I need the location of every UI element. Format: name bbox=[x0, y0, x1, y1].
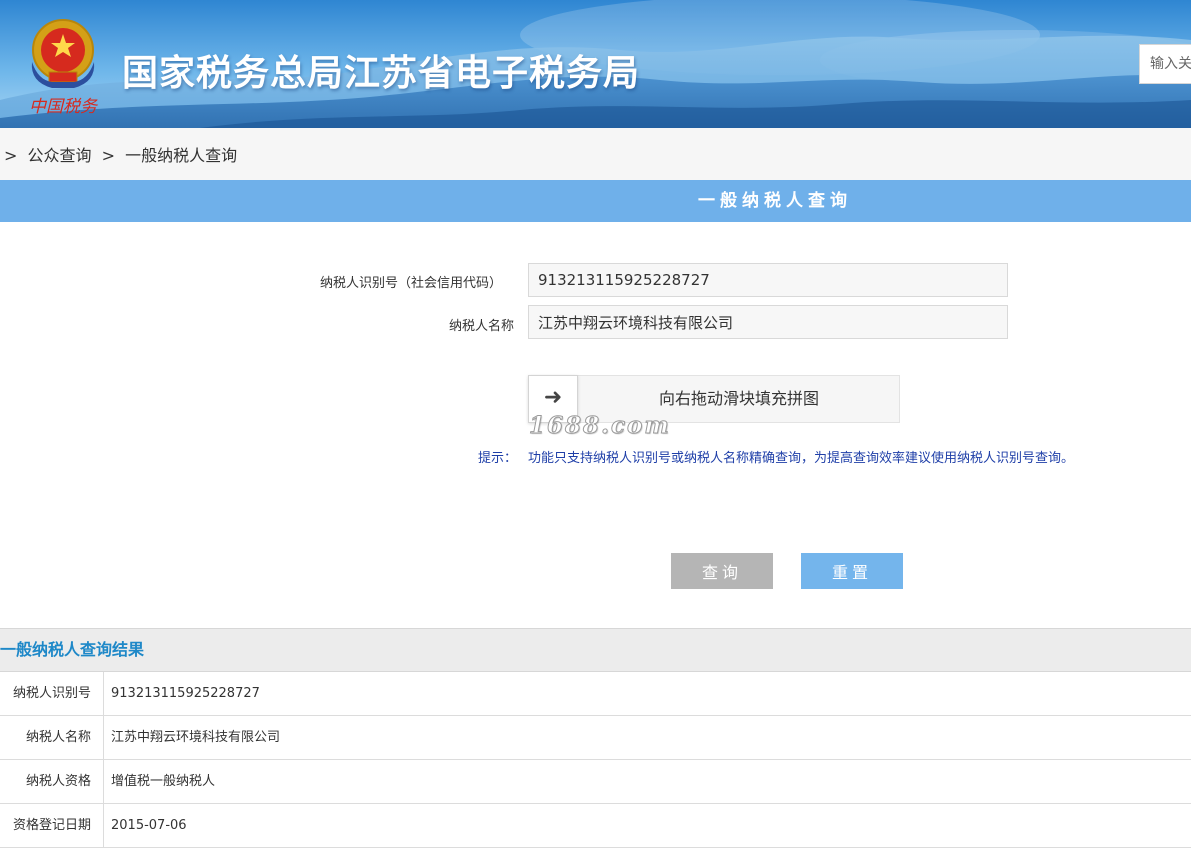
result-table: 纳税人识别号 913213115925228727 纳税人名称 江苏中翔云环境科… bbox=[0, 672, 1191, 848]
table-row: 纳税人资格 增值税一般纳税人 bbox=[0, 760, 1191, 804]
taxpayer-name-input[interactable] bbox=[528, 305, 1008, 339]
row-value: 2015-07-06 bbox=[111, 818, 187, 833]
breadcrumb-current-page: 一般纳税人查询 bbox=[125, 146, 238, 165]
row-value: 增值税一般纳税人 bbox=[111, 774, 216, 789]
taxpayer-id-label: 纳税人识别号（社会信用代码） bbox=[320, 276, 503, 291]
table-row: 纳税人名称 江苏中翔云环境科技有限公司 bbox=[0, 716, 1191, 760]
emblem-caption: 中国税务 bbox=[29, 97, 99, 117]
taxpayer-id-input[interactable] bbox=[528, 263, 1008, 297]
row-label: 纳税人名称 bbox=[0, 716, 104, 759]
site-search-input[interactable] bbox=[1140, 45, 1191, 83]
hint-label: 提示： bbox=[478, 451, 518, 466]
row-label: 纳税人识别号 bbox=[0, 672, 104, 715]
reset-button[interactable]: 重置 bbox=[801, 553, 903, 589]
hint-text: 功能只支持纳税人识别号或纳税人名称精确查询，为提高查询效率建议使用纳税人识别号查… bbox=[528, 451, 1075, 466]
table-row: 资格登记日期 2015-07-06 bbox=[0, 804, 1191, 848]
watermark-1688: 1688.com bbox=[529, 412, 671, 440]
section-title-bar: 一般纳税人查询 bbox=[0, 180, 1191, 222]
row-label: 资格登记日期 bbox=[0, 804, 104, 847]
query-button[interactable]: 查询 bbox=[671, 553, 773, 589]
header-banner: 中国税务 国家税务总局江苏省电子税务局 bbox=[0, 0, 1191, 128]
breadcrumb-separator: > bbox=[101, 146, 116, 165]
breadcrumb: > 公众查询 > 一般纳税人查询 bbox=[0, 128, 1191, 180]
tax-emblem-icon: 中国税务 bbox=[22, 12, 104, 120]
result-section-header: 一般纳税人查询结果 bbox=[0, 628, 1191, 672]
site-title: 国家税务总局江苏省电子税务局 bbox=[122, 53, 641, 94]
breadcrumb-public-query[interactable]: 公众查询 bbox=[28, 146, 92, 165]
arrow-right-icon: ➜ bbox=[543, 385, 563, 410]
breadcrumb-separator: > bbox=[4, 146, 18, 165]
row-label: 纳税人资格 bbox=[0, 760, 104, 803]
taxpayer-name-label: 纳税人名称 bbox=[449, 319, 515, 334]
table-row: 纳税人识别号 913213115925228727 bbox=[0, 672, 1191, 716]
page-title: 一般纳税人查询 bbox=[698, 191, 852, 211]
row-value: 江苏中翔云环境科技有限公司 bbox=[111, 730, 281, 745]
result-title: 一般纳税人查询结果 bbox=[0, 640, 145, 659]
site-search-box[interactable] bbox=[1139, 44, 1191, 84]
row-value: 913213115925228727 bbox=[111, 686, 260, 701]
